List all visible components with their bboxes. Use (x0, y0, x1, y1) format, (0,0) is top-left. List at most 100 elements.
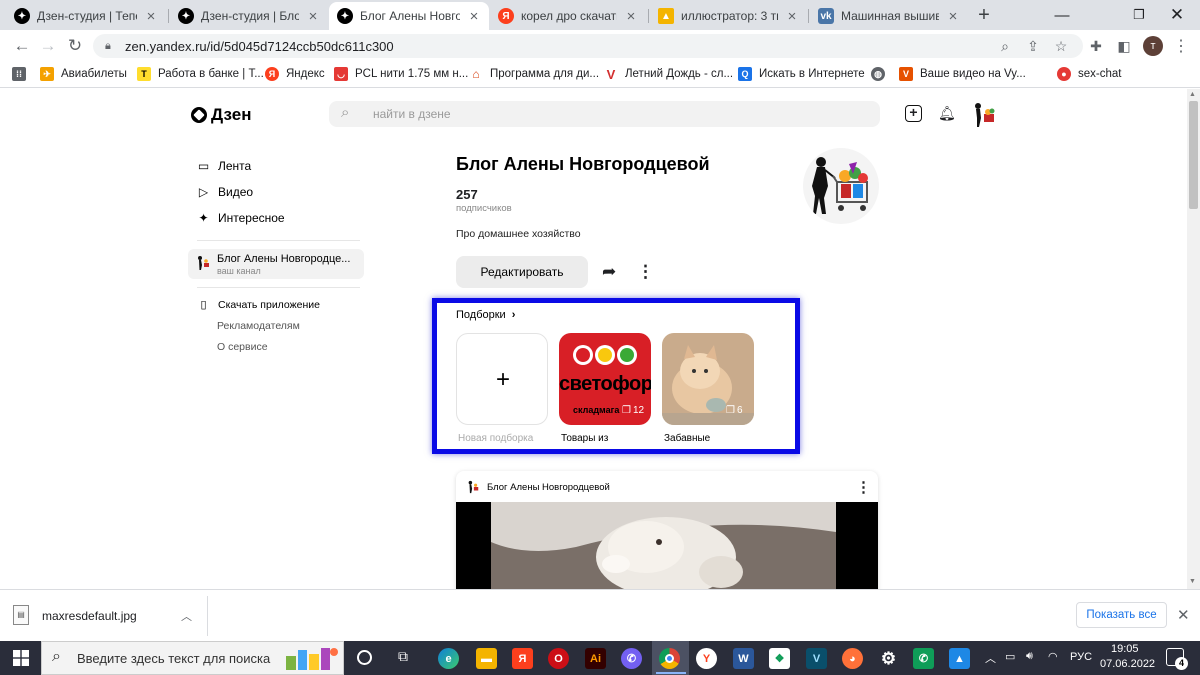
zoom-search-icon[interactable]: ⌕ (996, 37, 1014, 55)
bookmark-item[interactable]: ◍ (871, 67, 885, 81)
scroll-up-icon[interactable]: ▲ (1189, 91, 1196, 98)
tab-1[interactable]: ✦ Дзен-студия | Теперь × (6, 2, 166, 30)
bookmark-item[interactable]: ● sex-chat (1057, 67, 1121, 81)
sidebar-divider (197, 287, 360, 288)
download-app-link[interactable]: ▯ Скачать приложение (197, 298, 320, 312)
channel-avatar[interactable] (803, 148, 879, 224)
language-indicator[interactable]: РУС (1070, 651, 1092, 663)
tab-title: корел дро скачать — (521, 9, 617, 23)
lock-icon[interactable]: 🔒︎ (105, 40, 111, 53)
windows-start-icon[interactable] (13, 650, 29, 666)
show-all-button[interactable]: Показать все (1076, 602, 1167, 628)
chrome-icon[interactable] (659, 648, 680, 669)
tab-2[interactable]: ✦ Дзен-студия | Блог Ал × (170, 2, 328, 30)
bookmark-item[interactable]: ◡ PCL нити 1.75 мм н... (334, 67, 468, 81)
tab-4[interactable]: Я корел дро скачать — × (490, 2, 646, 30)
vectric-icon[interactable]: V (806, 648, 827, 669)
illustrator-icon[interactable]: Ai (585, 648, 606, 669)
bookmark-item[interactable]: V Ваше видео на Vy... (899, 67, 1026, 81)
feed-card[interactable]: Блог Алены Новгородцевой ⋮ (456, 471, 878, 601)
sidebar-item-feed[interactable]: ▭ Лента (197, 159, 251, 173)
close-window-icon[interactable]: ✕ (1154, 0, 1200, 30)
clock-time[interactable]: 19:05 (1111, 643, 1139, 655)
phone-green-icon[interactable]: ✆ (913, 648, 934, 669)
download-filename[interactable]: maxresdefault.jpg (42, 609, 137, 623)
bookmark-item[interactable]: ✈ Авиабилеты (40, 67, 127, 81)
reload-icon[interactable]: ↻ (64, 35, 86, 57)
firefox-icon[interactable]: ◕ (842, 648, 863, 669)
yandex-favicon-icon: Я (498, 8, 514, 24)
cortana-icon[interactable] (357, 650, 372, 665)
settings-gear-icon[interactable]: ⚙ (878, 648, 899, 669)
tab-3-active[interactable]: ✦ Блог Алены Новгоро × (329, 2, 489, 30)
clock-date[interactable]: 07.06.2022 (1100, 658, 1155, 670)
wifi-icon[interactable]: ◠ (1048, 650, 1058, 663)
add-post-icon[interactable]: + (905, 105, 922, 122)
task-view-icon[interactable]: ⧉ (398, 648, 408, 665)
coreldraw-icon[interactable]: ❖ (769, 648, 790, 669)
close-tab-icon[interactable]: × (306, 8, 320, 25)
bookmark-label: PCL нити 1.75 мм н... (355, 68, 469, 80)
photos-icon[interactable]: ▲ (949, 648, 970, 669)
bookmark-item[interactable]: T Работа в банке | Т... (137, 67, 264, 81)
bookmark-apps[interactable]: ⁞⁞ (12, 67, 26, 81)
chevron-up-icon[interactable]: ︿ (181, 608, 192, 624)
user-avatar[interactable] (968, 100, 998, 130)
puppy-video-thumbnail[interactable] (456, 502, 878, 601)
feed-more-icon[interactable]: ⋮ (856, 478, 871, 496)
close-tab-icon[interactable]: × (467, 8, 481, 25)
bookmark-label: Работа в банке | Т... (158, 68, 264, 80)
forward-icon[interactable]: → (37, 35, 59, 57)
close-tab-icon[interactable]: × (144, 8, 158, 25)
active-app-indicator (656, 672, 686, 674)
battery-icon[interactable]: ▭ (1005, 650, 1015, 663)
new-collection-card[interactable]: + (456, 333, 548, 425)
tray-chevron-up-icon[interactable]: ︿ (985, 650, 996, 666)
side-panel-icon[interactable]: ◧ (1115, 37, 1133, 55)
scroll-down-icon[interactable]: ▼ (1189, 578, 1196, 585)
zen-logo-text: Дзен (211, 105, 252, 124)
sidebar-label: Лента (218, 159, 252, 173)
about-link[interactable]: О сервисе (217, 341, 268, 353)
bookmark-star-icon[interactable]: ☆ (1052, 37, 1070, 55)
close-tab-icon[interactable]: × (785, 8, 799, 25)
opera-icon[interactable]: O (548, 648, 569, 669)
extensions-icon[interactable]: ✚ (1087, 37, 1105, 55)
collections-header[interactable]: Подборки › (456, 309, 515, 321)
zen-logo[interactable]: Дзен (191, 105, 251, 125)
more-dots-icon[interactable]: ⋮ (637, 262, 654, 282)
profile-avatar[interactable]: т (1143, 36, 1163, 56)
bookmark-item[interactable]: Q Искать в Интернете (738, 67, 865, 81)
bookmark-item[interactable]: V Летний Дождь - сл... (604, 67, 733, 82)
scrollbar-thumb[interactable] (1189, 101, 1198, 209)
minimize-icon[interactable]: — (1039, 0, 1085, 30)
close-tab-icon[interactable]: × (946, 8, 960, 25)
yandex-browser-icon[interactable]: Я (512, 648, 533, 669)
new-tab-button[interactable]: + (973, 4, 995, 26)
bell-icon[interactable]: 🔔︎ (938, 105, 956, 122)
share-icon[interactable]: ⇪ (1024, 37, 1042, 55)
viber-icon[interactable]: ✆ (621, 648, 642, 669)
sidebar-item-video[interactable]: ▷ Видео (197, 185, 253, 199)
close-tab-icon[interactable]: × (624, 8, 638, 25)
collection-card-kitten[interactable]: ❐ 6 (662, 333, 754, 425)
bookmark-item[interactable]: Я Яндекс (265, 67, 325, 81)
close-download-bar-icon[interactable]: ✕ (1177, 606, 1190, 624)
sidebar-item-interesting[interactable]: ✦ Интересное (197, 211, 284, 225)
yandex-y-icon[interactable]: Y (696, 648, 717, 669)
tab-6[interactable]: vk Машинная вышивка × (810, 2, 968, 30)
tab-title: Машинная вышивка (841, 9, 939, 23)
word-icon[interactable]: W (733, 648, 754, 669)
speaker-icon[interactable]: 🔊︎ (1026, 650, 1033, 663)
share-arrow-icon[interactable]: ➦ (602, 262, 616, 282)
advertisers-link[interactable]: Рекламодателям (217, 320, 300, 332)
back-icon[interactable]: ← (11, 35, 33, 57)
menu-dots-icon[interactable]: ⋮ (1172, 37, 1190, 55)
folder-icon[interactable]: ▬ (476, 648, 497, 669)
play-icon: ▷ (198, 185, 209, 199)
edge-icon[interactable]: e (438, 648, 459, 669)
bookmark-item[interactable]: ⌂ Программа для ди... (469, 67, 599, 81)
edit-button[interactable]: Редактировать (456, 256, 588, 288)
tab-5[interactable]: ▲ иллюстратор: 3 тыс и × (650, 2, 807, 30)
collection-card-svetofor[interactable]: светофор складмага ❐ 12 (559, 333, 651, 425)
